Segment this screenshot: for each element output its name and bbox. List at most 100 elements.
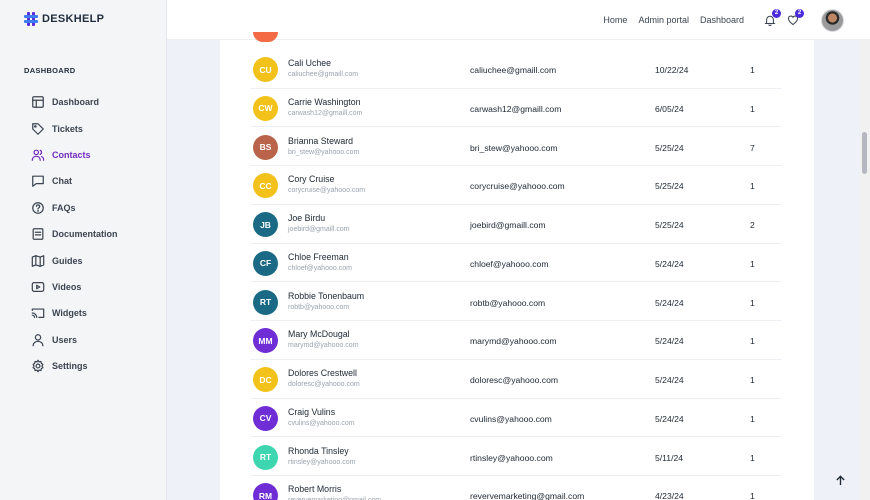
contact-email: doloresc@yahooo.com: [470, 375, 559, 385]
contact-date: 5/24/24: [655, 258, 684, 269]
contact-date: 5/24/24: [655, 413, 684, 424]
sidebar-item-label: Guides: [52, 255, 83, 266]
contact-ticket-count: 7: [750, 142, 755, 153]
contact-avatar: CW: [253, 95, 278, 121]
contact-sub-email: bri_stew@yahooo.com: [288, 148, 360, 156]
contact-date: 5/24/24: [655, 336, 684, 347]
contact-date: 5/24/24: [655, 375, 684, 385]
contact-email: chloef@yahooo.com: [470, 258, 549, 269]
table-row[interactable]: CF Chloe Freeman chloef@yahooo.com chloef@y…: [250, 244, 782, 283]
contacts-table: CU Cali Uchee caliuchee@gmaill.com caliuche…: [220, 32, 814, 500]
favorites-button[interactable]: 2: [787, 9, 804, 27]
chat-icon: [32, 175, 44, 188]
scrollbar-thumb[interactable]: [862, 132, 867, 174]
contact-email: robtb@yahooo.com: [470, 297, 546, 308]
contact-avatar: DC: [253, 367, 278, 392]
contact-avatar: CC: [253, 173, 278, 199]
sidebar-item-guides[interactable]: Guides: [31, 247, 118, 273]
sidebar-item-widgets[interactable]: Widgets: [31, 300, 118, 326]
contact-email: carwash12@gmaill.com: [470, 103, 562, 114]
table-row[interactable]: JB Joe Birdu joebird@gmaill.com joebird@gma…: [250, 205, 782, 244]
contact-avatar: JB: [253, 212, 278, 237]
hash-logo-icon: [24, 12, 38, 26]
contact-name: Mary McDougal: [288, 329, 350, 340]
users-icon: [31, 149, 45, 161]
document-icon: [32, 228, 44, 241]
contact-ticket-count: 1: [750, 336, 755, 347]
sidebar-item-settings[interactable]: Settings: [31, 353, 118, 379]
contact-sub-email: cvulins@yahooo.com: [288, 419, 355, 427]
user-icon: [32, 333, 44, 347]
sidebar-item-contacts[interactable]: Contacts: [31, 142, 118, 168]
sidebar-item-label: Dashboard: [52, 97, 100, 108]
table-row[interactable]: CC Cory Cruise corycruise@yahooo.com corycr…: [250, 166, 782, 205]
contact-name: Cory Cruise: [288, 174, 335, 185]
layout-icon: [32, 96, 44, 109]
table-row[interactable]: CU Cali Uchee caliuchee@gmaill.com caliuche…: [250, 50, 782, 89]
table-row[interactable]: BS Brianna Steward bri_stew@yahooo.com bri_…: [250, 128, 782, 167]
nav-link-admin-portal[interactable]: Admin portal: [638, 15, 689, 25]
sidebar-item-tickets[interactable]: Tickets: [31, 115, 118, 141]
sidebar-item-label: Videos: [52, 281, 82, 292]
back-to-top-button[interactable]: [832, 472, 848, 488]
table-row[interactable]: DC Dolores Crestwell doloresc@yahooo.com do…: [250, 360, 782, 399]
contact-email: cvulins@yahooo.com: [470, 413, 552, 424]
sidebar-item-label: Contacts: [52, 149, 91, 160]
contact-avatar: RT: [253, 444, 278, 470]
contact-email: rtinsley@yahooo.com: [470, 452, 553, 463]
contact-avatar: CU: [253, 57, 278, 82]
contact-email: marymd@yahooo.com: [470, 336, 557, 347]
tag-icon: [32, 122, 44, 135]
nav-link-dashboard[interactable]: Dashboard: [700, 15, 744, 25]
page-scrollbar[interactable]: [860, 40, 870, 500]
sidebar-item-label: Users: [52, 334, 78, 345]
contact-avatar: RT: [253, 289, 278, 315]
user-avatar[interactable]: [821, 9, 844, 32]
help-circle-icon: [32, 201, 44, 214]
partial-avatar: [253, 32, 278, 42]
contact-name: Chloe Freeman: [288, 251, 349, 262]
sidebar-item-users[interactable]: Users: [31, 327, 118, 353]
notifications-button[interactable]: 2: [764, 9, 781, 27]
contact-ticket-count: 1: [750, 491, 755, 500]
table-row[interactable]: RT Rhonda Tinsley rtinsley@yahooo.com rtins…: [250, 438, 782, 477]
table-row[interactable]: CV Craig Vulins cvulins@yahooo.com cvulins@…: [250, 399, 782, 438]
contact-avatar: RM: [253, 483, 278, 500]
contact-ticket-count: 1: [750, 452, 755, 463]
sidebar-item-videos[interactable]: Videos: [31, 274, 118, 300]
contact-date: 5/25/24: [655, 142, 684, 153]
contact-avatar: CF: [253, 250, 278, 276]
sidebar-item-chat[interactable]: Chat: [31, 168, 118, 194]
contact-ticket-count: 2: [750, 220, 755, 230]
sidebar-item-faqs[interactable]: FAQs: [31, 195, 118, 221]
contact-name: Robbie Tonenbaum: [288, 290, 365, 301]
contact-name: Joe Birdu: [288, 213, 326, 223]
contact-sub-email: doloresc@yahooo.com: [288, 381, 360, 388]
contact-avatar: MM: [253, 328, 278, 354]
contact-sub-email: robtb@yahooo.com: [288, 303, 350, 311]
contact-date: 5/25/24: [655, 181, 684, 192]
brand[interactable]: DESKHELP: [24, 12, 104, 26]
contact-date: 5/24/24: [655, 297, 684, 308]
sidebar-nav: Dashboard Tickets Contacts Chat FAQs Doc…: [31, 89, 118, 379]
contact-name: Robert Morris: [288, 484, 342, 495]
contact-date: 4/23/24: [655, 491, 684, 500]
table-row[interactable]: RM Robert Morris revervemarketing@gmail.co…: [250, 476, 782, 500]
contact-ticket-count: 1: [750, 413, 755, 424]
sidebar: DESKHELP DASHBOARD Dashboard Tickets Con…: [0, 0, 167, 500]
notifications-badge: 2: [772, 9, 781, 18]
contact-email: revervemarketing@gmail.com: [470, 491, 585, 500]
contact-email: corycruise@yahooo.com: [470, 181, 565, 192]
sidebar-item-dashboard[interactable]: Dashboard: [31, 89, 118, 115]
nav-link-home[interactable]: Home: [603, 15, 627, 25]
contact-avatar: BS: [253, 134, 278, 160]
table-row[interactable]: RT Robbie Tonenbaum robtb@yahooo.com robtb@…: [250, 283, 782, 322]
table-row[interactable]: MM Mary McDougal marymd@yahooo.com marymd@y…: [250, 321, 782, 360]
map-icon: [31, 254, 45, 267]
sidebar-item-documentation[interactable]: Documentation: [31, 221, 118, 247]
table-row[interactable]: CW Carrie Washington carwash12@gmaill.com c…: [250, 89, 782, 128]
contact-sub-email: corycruise@yahooo.com: [288, 187, 366, 195]
contact-sub-email: rtinsley@yahooo.com: [288, 458, 356, 466]
contact-avatar: CV: [253, 405, 278, 431]
sidebar-item-label: Settings: [52, 361, 88, 372]
